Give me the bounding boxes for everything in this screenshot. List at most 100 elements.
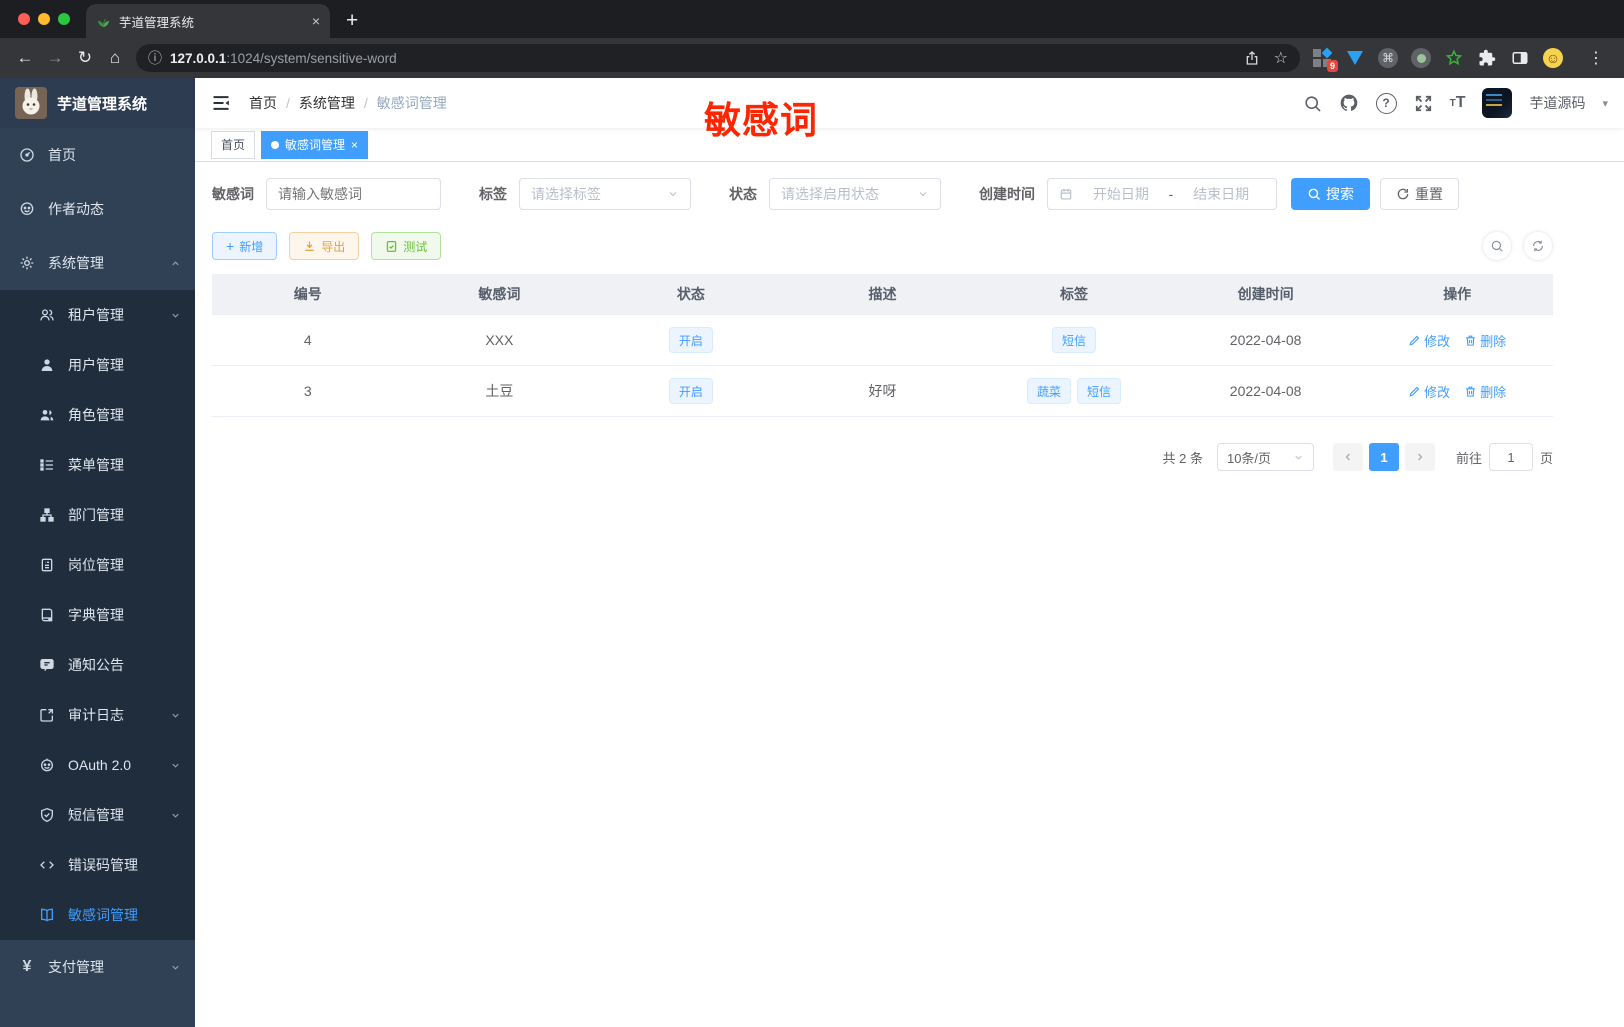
github-icon[interactable] — [1339, 93, 1359, 113]
sidebar-item-author-news[interactable]: 作者动态 — [0, 182, 195, 236]
close-window-button[interactable] — [18, 13, 30, 25]
tag-select[interactable]: 请选择标签 — [519, 178, 691, 210]
forward-icon[interactable]: → — [40, 48, 70, 68]
profile-avatar-icon[interactable]: ☺ — [1543, 48, 1563, 68]
chat-face-icon — [20, 202, 34, 215]
sidebar-item-system[interactable]: 系统管理 — [0, 236, 195, 290]
refresh-icon — [1397, 188, 1409, 200]
fullscreen-icon[interactable] — [1414, 94, 1433, 113]
delete-link[interactable]: 删除 — [1464, 331, 1506, 350]
sidebar-item-oauth[interactable]: OAuth 2.0 — [0, 740, 195, 790]
keyword-label: 敏感词 — [212, 186, 254, 202]
test-button[interactable]: 测试 — [371, 232, 442, 260]
page-number-1[interactable]: 1 — [1368, 443, 1399, 471]
tag-close-icon[interactable]: × — [351, 138, 358, 152]
sidebar-item-post[interactable]: 岗位管理 — [0, 540, 195, 590]
bookmark-star-icon[interactable]: ☆ — [1274, 48, 1288, 68]
sidebar-item-menu[interactable]: 菜单管理 — [0, 440, 195, 490]
tag-sensitive-word[interactable]: 敏感词管理 × — [261, 130, 369, 159]
favicon-plant-icon — [97, 18, 110, 27]
sidebar-item-role[interactable]: 角色管理 — [0, 390, 195, 440]
browser-tabstrip: 芋道管理系统 × + — [0, 0, 1624, 38]
add-button[interactable]: + 新增 — [212, 232, 278, 260]
breadcrumb-home[interactable]: 首页 — [249, 93, 277, 113]
sidebar-item-errorcode[interactable]: 错误码管理 — [0, 840, 195, 890]
sidebar-item-label: 用户管理 — [68, 357, 124, 373]
browser-toolbar: ← → ↻ ⌂ ⓘ 127.0.0.1:1024/system/sensitiv… — [0, 38, 1624, 78]
header-search-icon[interactable] — [1303, 94, 1322, 113]
new-tab-button[interactable]: + — [346, 10, 358, 31]
prev-page-button[interactable] — [1332, 443, 1363, 471]
side-panel-icon[interactable] — [1510, 48, 1530, 68]
open-book-icon — [41, 908, 53, 922]
date-start-placeholder: 开始日期 — [1092, 186, 1149, 202]
chevron-down-icon — [172, 813, 179, 818]
robot-icon — [41, 758, 53, 772]
username[interactable]: 芋道源码 — [1529, 93, 1585, 113]
extension-star-icon[interactable] — [1444, 48, 1464, 68]
breadcrumb-system[interactable]: 系统管理 — [299, 93, 355, 113]
reset-button[interactable]: 重置 — [1380, 178, 1459, 210]
date-range-picker[interactable]: 开始日期 - 结束日期 — [1047, 178, 1277, 210]
roles-icon — [40, 410, 54, 421]
share-icon[interactable] — [1244, 50, 1260, 66]
minimize-window-button[interactable] — [38, 13, 50, 25]
url-text: 127.0.0.1:1024/system/sensitive-word — [170, 51, 397, 66]
tag-home[interactable]: 首页 — [211, 130, 256, 159]
sidebar-item-user[interactable]: 用户管理 — [0, 340, 195, 390]
extension-grid-icon[interactable]: 9 — [1312, 47, 1338, 72]
pencil-icon — [1409, 386, 1420, 397]
font-size-icon[interactable]: TT — [1450, 94, 1466, 112]
refresh-table-icon-button[interactable] — [1523, 231, 1553, 261]
col-word: 敏感词 — [403, 274, 596, 315]
status-select[interactable]: 请选择启用状态 — [769, 178, 941, 210]
extensions-puzzle-icon[interactable] — [1477, 48, 1497, 68]
user-caret-icon[interactable]: ▾ — [1602, 97, 1608, 110]
sidebar-item-sensitive-word[interactable]: 敏感词管理 — [0, 890, 195, 940]
col-status: 状态 — [595, 274, 787, 315]
edit-link[interactable]: 修改 — [1408, 382, 1450, 401]
sidebar-item-sms[interactable]: 短信管理 — [0, 790, 195, 840]
menu-tree-icon — [40, 459, 53, 471]
sidebar-item-tenant[interactable]: 租户管理 — [0, 290, 195, 340]
user-avatar[interactable] — [1482, 88, 1513, 118]
sidebar-item-home[interactable]: 首页 — [0, 128, 195, 182]
help-icon[interactable]: ? — [1375, 92, 1397, 114]
next-page-button[interactable] — [1404, 443, 1435, 471]
page-size-select[interactable]: 10条/页 — [1216, 443, 1314, 471]
edit-link[interactable]: 修改 — [1408, 331, 1450, 350]
delete-link[interactable]: 删除 — [1464, 382, 1506, 401]
extension-command-icon[interactable]: ⌘ — [1378, 48, 1398, 68]
sidebar-item-label: OAuth 2.0 — [68, 757, 132, 773]
app-title: 芋道管理系统 — [57, 95, 148, 113]
extension-record-icon[interactable] — [1411, 48, 1431, 68]
home-icon[interactable]: ⌂ — [100, 48, 130, 68]
export-button[interactable]: 导出 — [289, 232, 360, 260]
browser-menu-icon[interactable]: ⋮ — [1588, 48, 1605, 68]
browser-tab[interactable]: 芋道管理系统 × — [86, 4, 330, 38]
sidebar-item-notice[interactable]: 通知公告 — [0, 640, 195, 690]
maximize-window-button[interactable] — [58, 13, 70, 25]
extension-gem-icon[interactable] — [1345, 48, 1365, 68]
sidebar-item-audit-log[interactable]: 审计日志 — [0, 690, 195, 740]
sidebar-header[interactable]: 芋道管理系统 — [0, 78, 195, 128]
sidebar-item-dict[interactable]: 字典管理 — [0, 590, 195, 640]
sidebar-item-dept[interactable]: 部门管理 — [0, 490, 195, 540]
tag-label: 敏感词管理 — [285, 138, 346, 152]
sidebar-item-label: 租户管理 — [68, 307, 124, 323]
search-button[interactable]: 搜索 — [1291, 178, 1370, 210]
back-icon[interactable]: ← — [10, 48, 40, 68]
site-info-icon[interactable]: ⓘ — [148, 48, 162, 68]
hamburger-icon[interactable] — [211, 93, 231, 113]
reload-icon[interactable]: ↻ — [70, 48, 100, 68]
show-search-icon-button[interactable] — [1482, 231, 1512, 261]
sidebar-item-pay[interactable]: ¥ 支付管理 — [0, 940, 195, 994]
status-label: 状态 — [729, 186, 757, 202]
keyword-input[interactable] — [266, 178, 441, 210]
tab-close-icon[interactable]: × — [312, 13, 320, 29]
goto-page-input[interactable] — [1488, 443, 1533, 471]
search-icon — [1491, 240, 1503, 252]
calendar-icon — [1060, 188, 1072, 200]
pencil-icon — [1409, 335, 1420, 346]
address-bar[interactable]: ⓘ 127.0.0.1:1024/system/sensitive-word ☆ — [136, 44, 1300, 72]
